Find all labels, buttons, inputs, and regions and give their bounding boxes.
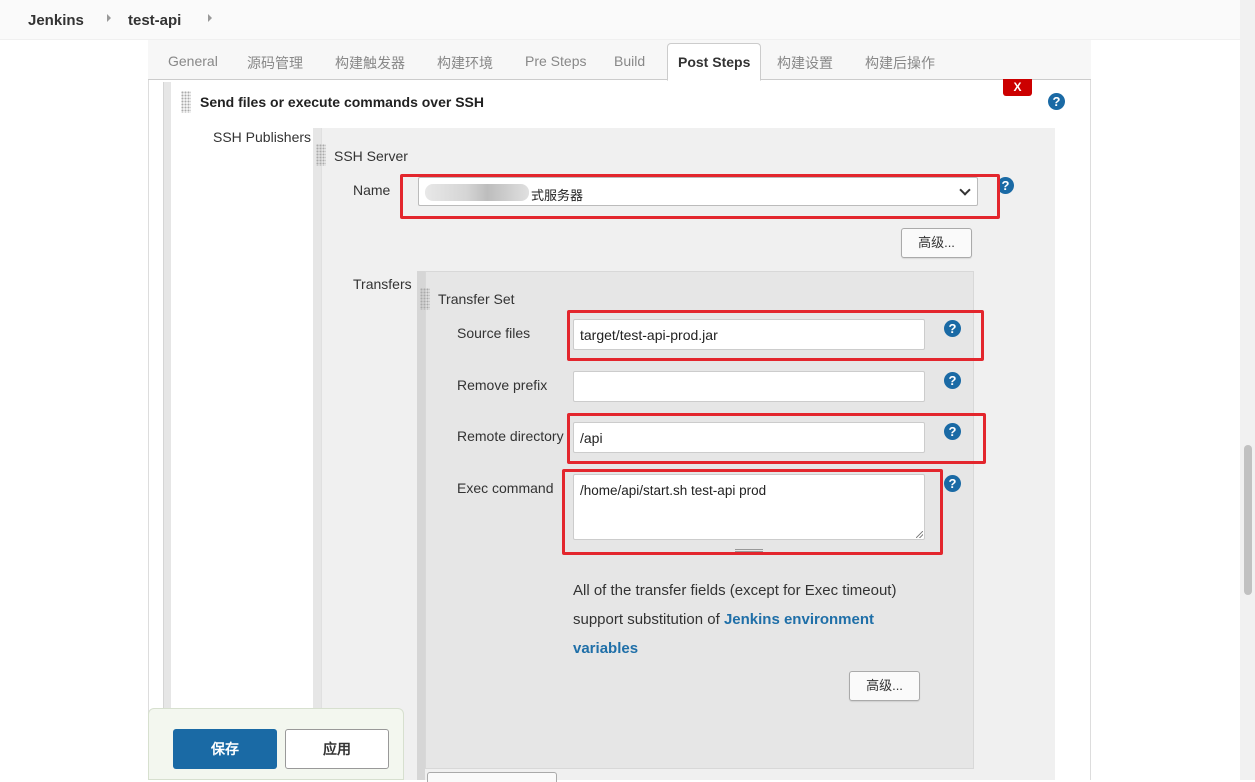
transfer-set-label: Transfer Set [438, 291, 515, 307]
transfer-left-bar [417, 271, 425, 780]
tab-build-settings[interactable]: 构建设置 [777, 53, 833, 73]
remote-directory-label: Remote directory [457, 428, 564, 444]
section-left-bar [163, 82, 171, 780]
page-scrollbar[interactable] [1240, 0, 1255, 780]
ssh-server-label: SSH Server [334, 148, 408, 164]
drag-handle-icon[interactable] [420, 288, 430, 310]
scrollbar-thumb[interactable] [1244, 445, 1252, 595]
tab-post-steps[interactable]: Post Steps [667, 43, 762, 81]
ssh-publishers-label: SSH Publishers [213, 129, 312, 145]
transfer-advanced-button[interactable]: 高级... [849, 671, 920, 701]
server-advanced-button[interactable]: 高级... [901, 228, 972, 258]
publisher-left-bar [313, 128, 321, 780]
delete-step-button[interactable]: X [1003, 79, 1032, 96]
drag-handle-icon[interactable] [181, 91, 191, 113]
breadcrumb-separator-icon[interactable] [107, 14, 111, 22]
help-icon[interactable]: ? [944, 475, 961, 492]
section-title: Send files or execute commands over SSH [200, 94, 484, 110]
drag-handle-icon[interactable] [316, 144, 326, 166]
tab-general[interactable]: General [168, 53, 218, 69]
breadcrumb: Jenkins test-api [0, 0, 1240, 40]
tab-build[interactable]: Build [614, 53, 645, 69]
transfers-label: Transfers [353, 276, 412, 292]
save-button[interactable]: 保存 [173, 729, 277, 769]
tab-build-triggers[interactable]: 构建触发器 [335, 53, 405, 73]
tab-build-env[interactable]: 构建环境 [437, 53, 493, 73]
breadcrumb-jenkins[interactable]: Jenkins [28, 12, 84, 29]
remove-prefix-label: Remove prefix [457, 377, 548, 393]
highlight-box [562, 469, 943, 555]
add-transfer-set-button[interactable] [427, 772, 557, 782]
tab-pre-steps[interactable]: Pre Steps [525, 53, 586, 69]
apply-button[interactable]: 应用 [285, 729, 389, 769]
highlight-box [567, 310, 984, 361]
breadcrumb-job[interactable]: test-api [128, 12, 181, 29]
config-tabs: General 源码管理 构建触发器 构建环境 Pre Steps Build … [148, 40, 1091, 81]
source-files-label: Source files [457, 325, 531, 341]
substitution-help-text: All of the transfer fields (except for E… [573, 576, 933, 663]
tab-scm[interactable]: 源码管理 [247, 53, 303, 73]
highlight-box [400, 174, 1000, 219]
highlight-box [567, 413, 986, 464]
breadcrumb-separator-icon[interactable] [208, 14, 212, 22]
help-icon[interactable]: ? [944, 372, 961, 389]
help-icon[interactable]: ? [1048, 93, 1065, 110]
remove-prefix-input[interactable] [573, 371, 925, 402]
name-label: Name [353, 182, 391, 198]
exec-command-label: Exec command [457, 480, 554, 496]
tab-post-build-actions[interactable]: 构建后操作 [865, 53, 935, 73]
